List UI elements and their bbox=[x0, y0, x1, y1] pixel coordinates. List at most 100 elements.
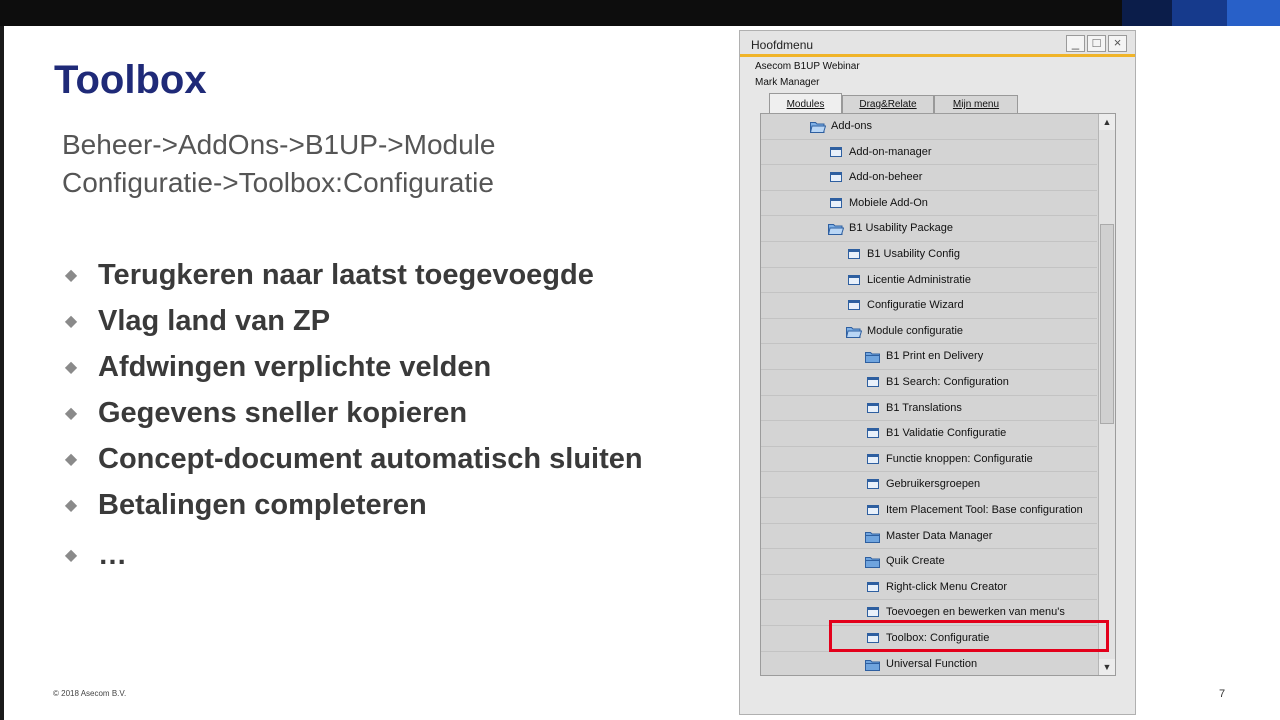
tree-item[interactable]: Add-on-beheer bbox=[761, 165, 1097, 191]
form-icon bbox=[867, 607, 879, 618]
tree-item[interactable]: B1 Search: Configuration bbox=[761, 370, 1097, 396]
tree-item-label: Module configuratie bbox=[867, 324, 964, 337]
folder-icon bbox=[865, 530, 880, 543]
tree-item-label: Add-ons bbox=[831, 120, 872, 132]
tree-item[interactable]: Universal Function bbox=[761, 652, 1097, 675]
scroll-up-icon[interactable]: ▲ bbox=[1099, 114, 1115, 130]
bullet-text: … bbox=[98, 538, 127, 571]
bullet-item: ◆ Betalingen completeren bbox=[64, 482, 643, 528]
slide-title: Toolbox bbox=[54, 58, 207, 102]
tree-item-label: Right-click Menu Creator bbox=[886, 580, 1008, 593]
tree-item-label: B1 Validatie Configuratie bbox=[886, 427, 1007, 440]
tree-item[interactable]: Module configuratie bbox=[761, 319, 1097, 345]
tab-mijn-menu[interactable]: Mijn menu bbox=[934, 95, 1018, 114]
scroll-down-icon[interactable]: ▼ bbox=[1099, 659, 1115, 675]
tree-item-label: B1 Usability Config bbox=[867, 248, 960, 260]
tree-item[interactable]: Master Data Manager bbox=[761, 524, 1097, 550]
bullet-item: ◆ Vlag land van ZP bbox=[64, 298, 643, 344]
diamond-bullet-icon: ◆ bbox=[64, 313, 78, 330]
folder-open-icon bbox=[827, 222, 845, 236]
bullet-text: Afdwingen verplichte velden bbox=[98, 350, 492, 383]
tree-item-label: Item Placement Tool: Base configuration bbox=[886, 504, 1083, 516]
form-icon bbox=[848, 274, 860, 285]
folder-open-icon bbox=[845, 325, 863, 338]
tree-item[interactable]: Licentie Administratie bbox=[761, 268, 1097, 294]
form-icon bbox=[867, 377, 879, 387]
tree-item-label: Mobiele Add-On bbox=[849, 196, 928, 209]
tree-item[interactable]: Right-click Menu Creator bbox=[761, 575, 1097, 601]
maximize-button[interactable]: □ bbox=[1087, 35, 1106, 52]
form-icon bbox=[867, 453, 879, 464]
tree-item[interactable]: Mobiele Add-On bbox=[761, 191, 1097, 217]
tree-item-label: Add-on-beheer bbox=[849, 171, 923, 184]
bullet-text: Concept-document automatisch sluiten bbox=[98, 442, 643, 475]
diamond-bullet-icon: ◆ bbox=[64, 451, 78, 468]
bullet-text: Gegevens sneller kopieren bbox=[98, 396, 468, 429]
tab-drag-relate[interactable]: Drag&Relate bbox=[842, 95, 934, 114]
form-icon bbox=[848, 300, 860, 311]
tree-item[interactable]: Configuratie Wizard bbox=[761, 293, 1097, 319]
tree-item[interactable]: B1 Usability Config bbox=[761, 242, 1097, 268]
tree-item-label: Toevoegen en bewerken van menu's bbox=[886, 606, 1065, 619]
tree-item-label: Quik Create bbox=[886, 555, 945, 568]
bullet-text: Betalingen completeren bbox=[98, 488, 427, 521]
form-icon bbox=[830, 172, 842, 183]
tree-item-label: Licentie Administratie bbox=[867, 273, 971, 286]
tree-item[interactable]: B1 Validatie Configuratie bbox=[761, 421, 1097, 447]
form-icon bbox=[867, 505, 879, 515]
form-icon bbox=[867, 402, 879, 413]
form-icon bbox=[830, 197, 842, 208]
bullet-item: ◆ Afdwingen verplichte velden bbox=[64, 344, 643, 390]
diamond-bullet-icon: ◆ bbox=[64, 547, 78, 564]
module-tree[interactable]: ▲ ▼ Add-ons Add-on-manager Add-on-beheer Mo… bbox=[760, 113, 1116, 676]
window-titlebar[interactable]: Hoofdmenu _ □ × bbox=[740, 31, 1135, 57]
tree-item-label: B1 Print en Delivery bbox=[886, 350, 984, 363]
tree-item[interactable]: B1 Usability Package bbox=[761, 216, 1097, 242]
bullet-item: ◆ Concept-document automatisch sluiten bbox=[64, 436, 643, 482]
tree-item-label: Gebruikersgroepen bbox=[886, 478, 981, 491]
bullet-item: ◆ Terugkeren naar laatst toegevoegde bbox=[64, 252, 643, 298]
bullet-text: Vlag land van ZP bbox=[98, 304, 331, 337]
tree-item-label: Functie knoppen: Configuratie bbox=[886, 452, 1033, 465]
scroll-thumb[interactable] bbox=[1100, 224, 1114, 424]
menu-path-line-1: Beheer->AddOns->B1UP->Module bbox=[62, 129, 496, 160]
menu-path-line-2: Configuratie->Toolbox:Configuratie bbox=[62, 167, 494, 198]
user-name: Mark Manager bbox=[755, 77, 820, 88]
bullet-text: Terugkeren naar laatst toegevoegde bbox=[98, 258, 594, 291]
tab-modules[interactable]: Modules bbox=[769, 93, 842, 115]
tree-item[interactable]: Add-ons bbox=[761, 114, 1097, 140]
tree-item-label: B1 Usability Package bbox=[849, 222, 953, 235]
page-number: 7 bbox=[1219, 688, 1226, 700]
form-icon bbox=[867, 581, 879, 592]
main-menu-window: Hoofdmenu _ □ × Asecom B1UP Webinar Mark… bbox=[739, 30, 1136, 715]
highlight-box bbox=[829, 620, 1109, 652]
folder-open-icon bbox=[809, 120, 827, 133]
folder-icon bbox=[865, 658, 880, 671]
tree-item[interactable]: Gebruikersgroepen bbox=[761, 472, 1097, 498]
tree-item-label: B1 Search: Configuration bbox=[886, 376, 1009, 388]
tree-item[interactable]: Functie knoppen: Configuratie bbox=[761, 447, 1097, 473]
folder-icon bbox=[865, 350, 880, 364]
left-edge bbox=[0, 26, 4, 720]
menu-path: Beheer->AddOns->B1UP->Module Configurati… bbox=[62, 126, 495, 202]
tree-scrollbar[interactable]: ▲ ▼ bbox=[1098, 114, 1115, 675]
banner-accent bbox=[1227, 0, 1280, 26]
tree-item-label: Configuratie Wizard bbox=[867, 299, 964, 312]
form-icon bbox=[867, 479, 879, 490]
tree-item[interactable]: Item Placement Tool: Base configuration bbox=[761, 498, 1097, 524]
tree-item-label: Universal Function bbox=[886, 657, 978, 670]
bullet-list: ◆ Terugkeren naar laatst toegevoegde ◆ Vlag… bbox=[64, 252, 643, 578]
tree-item[interactable]: Quik Create bbox=[761, 549, 1097, 575]
tree-item-label: Master Data Manager bbox=[886, 529, 993, 542]
tree-item[interactable]: B1 Translations bbox=[761, 396, 1097, 422]
close-button[interactable]: × bbox=[1108, 35, 1127, 52]
diamond-bullet-icon: ◆ bbox=[64, 267, 78, 284]
diamond-bullet-icon: ◆ bbox=[64, 359, 78, 376]
form-icon bbox=[830, 146, 842, 157]
top-banner bbox=[0, 0, 1280, 26]
tree-item[interactable]: Add-on-manager bbox=[761, 140, 1097, 166]
diamond-bullet-icon: ◆ bbox=[64, 497, 78, 514]
form-icon bbox=[867, 428, 879, 439]
tree-item[interactable]: B1 Print en Delivery bbox=[761, 344, 1097, 370]
minimize-button[interactable]: _ bbox=[1066, 35, 1085, 52]
